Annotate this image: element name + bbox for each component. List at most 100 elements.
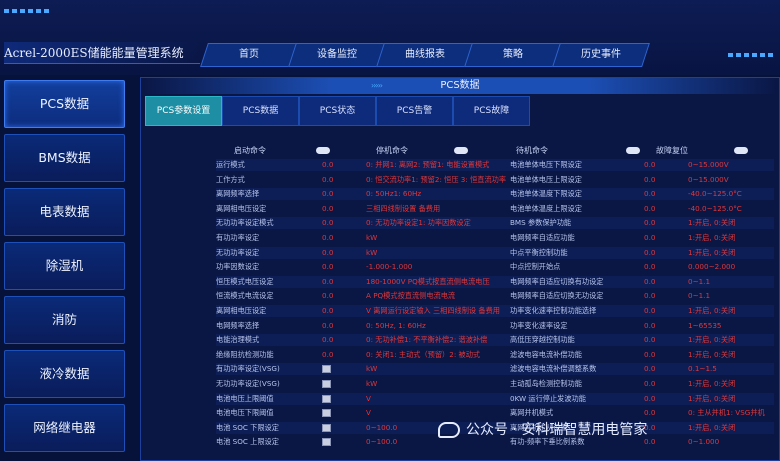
panel-header: ››››› PCS数据	[141, 78, 779, 94]
nav-strategy[interactable]: 策略	[464, 43, 562, 67]
param-checkbox[interactable]	[322, 423, 331, 432]
sidebar-item-network-relay[interactable]: 网络继电器	[4, 404, 125, 452]
param-input[interactable]: 0.0	[322, 159, 362, 171]
param-input[interactable]: 0.0	[322, 203, 362, 215]
param-label: 绝缘阻抗检测功能	[216, 349, 274, 359]
tab-pcs-alarm[interactable]: PCS告警	[376, 96, 453, 126]
stop-command-label: 停机命令	[376, 146, 408, 155]
table-row: 绝缘阻抗检测功能 0.0 0: 关闭1: 主动式（预留）2: 被动式 滤波电容电流补偿…	[216, 349, 774, 361]
sidebar: PCS数据 BMS数据 电表数据 除湿机 消防 液冷数据 网络继电器	[0, 75, 130, 461]
param-input[interactable]: 0.0	[644, 334, 684, 346]
param-input[interactable]: 0.0	[644, 363, 684, 375]
param-range: 1:开启, 0:关闭	[688, 218, 736, 228]
table-row: 无功功率设定 0.0 kW 中点平衡控制功能 0.0 1:开启, 0:关闭	[216, 246, 774, 259]
param-input[interactable]: 0.0	[644, 159, 684, 171]
table-row: 有功功率设定 0.0 kW 电网频率自适应功能 0.0 1:开启, 0:关闭	[216, 232, 774, 244]
table-row: 电池电压下限阈值 V 离网并机模式 0.0 0: 主从并机1: VSG并机	[216, 407, 774, 419]
sidebar-item-pcs[interactable]: PCS数据	[4, 80, 125, 128]
nav-history-events[interactable]: 历史事件	[552, 43, 650, 67]
param-input[interactable]: 0.0	[644, 217, 684, 229]
param-input[interactable]: 0.0	[644, 188, 684, 200]
param-input[interactable]: 0.0	[322, 247, 362, 259]
param-input[interactable]: 0.0	[322, 232, 362, 244]
table-row: 离网相电压设定 0.0 V 离网运行设定输入 三相四线制设 备费用 功率变化速率控制功…	[216, 305, 774, 317]
param-input[interactable]: 0.0	[644, 407, 684, 419]
sidebar-item-meter[interactable]: 电表数据	[4, 188, 125, 236]
tab-pcs-params[interactable]: PCS参数设置	[145, 96, 222, 126]
param-input[interactable]: 0.0	[644, 276, 684, 288]
param-range: -40.0~125.0°C	[688, 189, 742, 199]
param-checkbox[interactable]	[322, 394, 331, 403]
param-input[interactable]: 0.0	[322, 305, 362, 317]
arrow-decoration-icon: ›››››	[371, 81, 383, 90]
param-input[interactable]: 0.0	[644, 174, 684, 186]
param-input[interactable]: 0.0	[644, 349, 684, 361]
param-range: 0~1.1	[688, 276, 711, 286]
pcs-panel: ››››› PCS数据 PCS参数设置 PCS数据 PCS状态 PCS告警 PC…	[140, 77, 780, 461]
param-label: 高低压穿越控制功能	[510, 335, 575, 345]
fault-reset-toggle[interactable]	[734, 147, 748, 154]
param-input[interactable]: 0.0	[644, 232, 684, 244]
param-label: 有功功率设定	[216, 233, 260, 242]
nav-home[interactable]: 首页	[200, 43, 298, 67]
panel-title: PCS数据	[440, 80, 480, 91]
param-input[interactable]: 0.0	[644, 261, 684, 273]
start-command-toggle[interactable]	[316, 147, 330, 154]
param-input[interactable]: 0.0	[644, 203, 684, 215]
header-decoration	[728, 53, 776, 57]
param-input[interactable]: 0.0	[644, 378, 684, 390]
stop-command-toggle[interactable]	[454, 147, 468, 154]
param-input[interactable]: 0.0	[322, 188, 362, 200]
param-input[interactable]: 0.0	[322, 290, 362, 302]
param-input[interactable]: 0.0	[322, 174, 362, 186]
parameter-grid: 启动命令 停机命令 待机命令 故障复位 运行模式 0.0 0: 并网1: 离网2: …	[216, 145, 774, 461]
param-label: 离网相电压设定	[216, 203, 267, 213]
param-label: 电池单体电压上限设定	[510, 174, 582, 184]
param-input[interactable]: 0.0	[322, 320, 362, 332]
param-checkbox[interactable]	[322, 380, 331, 388]
param-label: 电池电压上限阈值	[216, 393, 274, 403]
tab-pcs-data[interactable]: PCS数据	[222, 96, 299, 126]
param-range: 1:开启, 0:关闭	[688, 335, 736, 345]
param-checkbox[interactable]	[322, 365, 331, 374]
param-range: V	[366, 393, 371, 403]
param-label: 电池单体温度下限设定	[510, 189, 582, 199]
standby-command-toggle[interactable]	[626, 147, 640, 154]
param-label: 离网并机模式	[510, 408, 554, 418]
param-input[interactable]: 0.0	[322, 276, 362, 288]
param-input[interactable]: 0.0	[644, 290, 684, 302]
param-label: 电网频率自适应切换有功设定	[510, 276, 604, 286]
nav-curve-report[interactable]: 曲线报表	[376, 43, 474, 67]
param-range: 0~15.000V	[688, 174, 729, 184]
param-range: 0: 关闭1: 主动式（预留）2: 被动式	[366, 349, 481, 359]
param-range: -1.000-1.000	[366, 262, 413, 272]
param-input[interactable]: 0.0	[644, 320, 684, 332]
param-input[interactable]: 0.0	[644, 305, 684, 317]
param-input[interactable]: 0.0	[322, 334, 362, 346]
param-label: 离网频率选择	[216, 189, 260, 199]
param-checkbox[interactable]	[322, 409, 331, 418]
parameter-rows: 运行模式 0.0 0: 并网1: 离网2: 预留1: 电能设置模式 电池单体电压下限设…	[216, 159, 774, 459]
param-label: 0KW 运行停止发波功能	[510, 393, 586, 403]
table-row: 恒流模式电流设定 0.0 A PQ模式按直流侧电流电流 电网频率自适应切换无功设定 0.…	[216, 290, 774, 302]
param-range: 1:开启, 0:关闭	[688, 393, 736, 403]
sidebar-item-bms[interactable]: BMS数据	[4, 134, 125, 182]
sidebar-item-dehumidifier[interactable]: 除湿机	[4, 242, 125, 290]
param-range: 三相四线制设置 备费用	[366, 203, 441, 213]
table-row: 工作方式 0.0 0: 恒交流功率1: 预留2: 恒压 3: 恒直流功率 电池单体电压…	[216, 174, 774, 186]
param-input[interactable]: 0.0	[322, 217, 362, 229]
sidebar-item-fire[interactable]: 消防	[4, 296, 125, 344]
param-input[interactable]: 0.0	[322, 349, 362, 361]
param-checkbox[interactable]	[322, 438, 331, 447]
nav-device-monitor[interactable]: 设备监控	[288, 43, 386, 67]
param-label: 电池电压下限阈值	[216, 408, 274, 418]
param-input[interactable]: 0.0	[644, 393, 684, 405]
param-input[interactable]: 0.0	[322, 261, 362, 273]
tab-pcs-fault[interactable]: PCS故障	[453, 96, 530, 126]
param-input[interactable]: 0.0	[644, 247, 684, 259]
table-row: 无功功率设定模式 0.0 0: 无功功率设定1: 功率因数设定 BMS 参数保护功能 0…	[216, 217, 774, 230]
sidebar-item-liquid-cooling[interactable]: 液冷数据	[4, 350, 125, 398]
tab-pcs-status[interactable]: PCS状态	[299, 96, 376, 126]
param-range: kW	[366, 379, 378, 388]
param-range: 0~15.000V	[688, 160, 729, 169]
